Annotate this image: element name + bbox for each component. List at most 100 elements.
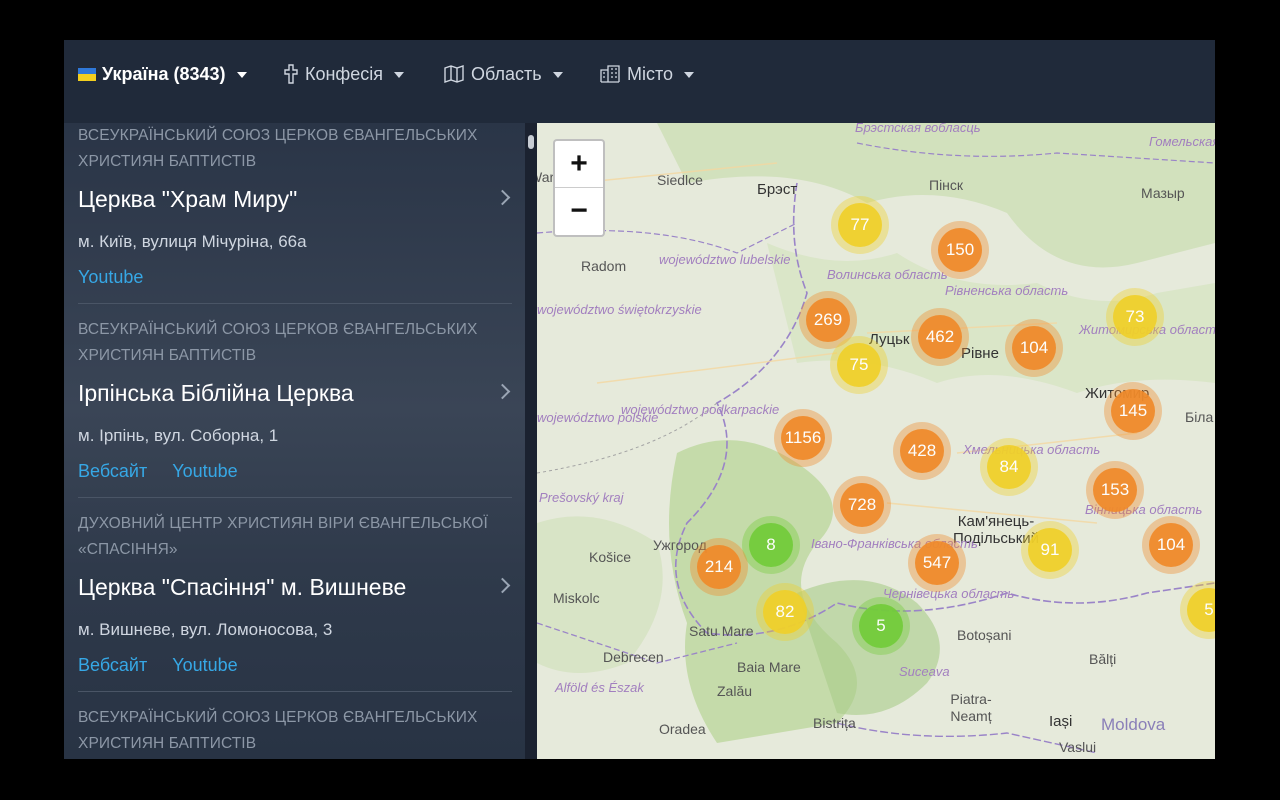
church-card[interactable]: ВСЕУКРАЇНСЬКИЙ СОЮЗ ЦЕРКОВ ЄВАНГЕЛЬСЬКИХ… bbox=[78, 123, 512, 289]
map-label: Baia Mare bbox=[737, 659, 801, 675]
map-label: Івано-Франківська область bbox=[811, 536, 978, 551]
map-label: Пінск bbox=[929, 177, 964, 193]
cluster-marker[interactable]: 91 bbox=[1021, 521, 1079, 579]
youtube-link[interactable]: Youtube bbox=[172, 655, 237, 675]
map-label: Oradea bbox=[659, 721, 706, 737]
church-links: Youtube bbox=[78, 265, 512, 289]
cluster-count: 1156 bbox=[781, 416, 825, 460]
map-label: Prešovský kraj bbox=[539, 490, 624, 505]
church-links: Вебсайт Youtube bbox=[78, 653, 512, 677]
map-label: Брэст bbox=[757, 181, 798, 198]
chevron-down-icon bbox=[236, 72, 247, 78]
cluster-marker[interactable]: 75 bbox=[830, 336, 888, 394]
cluster-count: 73 bbox=[1113, 295, 1157, 339]
cluster-marker[interactable]: 428 bbox=[893, 422, 951, 480]
map-label: Гомельская вобласць bbox=[1149, 134, 1215, 149]
scrollbar-thumb[interactable] bbox=[528, 135, 534, 149]
map-label: Alföld és Észak bbox=[555, 680, 644, 695]
cluster-marker[interactable]: 77 bbox=[831, 196, 889, 254]
map-label: województwo lubelskie bbox=[659, 252, 791, 267]
map-label: Рівненська область bbox=[945, 283, 1069, 298]
cluster-count: 547 bbox=[915, 541, 959, 585]
map-label: województwo świętokrzyskie bbox=[537, 302, 702, 317]
divider bbox=[78, 303, 512, 304]
country-filter-label: Україна (8343) bbox=[102, 63, 226, 84]
map-label: Satu Mare bbox=[689, 623, 754, 639]
church-list: ВСЕУКРАЇНСЬКИЙ СОЮЗ ЦЕРКОВ ЄВАНГЕЛЬСЬКИХ… bbox=[64, 123, 525, 759]
list-scrollbar[interactable] bbox=[525, 123, 537, 759]
map-label: Zalău bbox=[717, 683, 753, 699]
cluster-count: 428 bbox=[900, 429, 944, 473]
church-card[interactable]: ДУХОВНИЙ ЦЕНТР ХРИСТИЯН ВІРИ ЄВАНГЕЛЬСЬК… bbox=[78, 511, 512, 677]
cluster-marker[interactable]: 1156 bbox=[774, 409, 832, 467]
zoom-out-button[interactable]: − bbox=[555, 188, 603, 234]
cluster-count: 145 bbox=[1111, 389, 1155, 433]
zoom-control: + − bbox=[553, 139, 605, 237]
chevron-right-icon[interactable] bbox=[494, 577, 511, 594]
cluster-count: 214 bbox=[697, 545, 741, 589]
church-name[interactable]: Ірпінська Біблійна Церква bbox=[78, 377, 512, 409]
church-name-text: Церква "Храм Миру" bbox=[78, 186, 298, 212]
city-filter-dropdown[interactable]: Місто bbox=[600, 62, 695, 86]
church-organization: ВСЕУКРАЇНСЬКИЙ СОЮЗ ЦЕРКОВ ЄВАНГЕЛЬСЬКИХ… bbox=[78, 709, 478, 752]
cluster-marker[interactable]: 547 bbox=[908, 534, 966, 592]
youtube-link[interactable]: Youtube bbox=[78, 267, 143, 287]
cluster-count: 82 bbox=[763, 590, 807, 634]
map-label: Moldova bbox=[1101, 715, 1166, 734]
chevron-down-icon bbox=[684, 72, 695, 78]
map-label: Košice bbox=[589, 549, 632, 565]
cluster-marker[interactable]: 104 bbox=[1005, 319, 1063, 377]
cluster-marker[interactable]: 104 bbox=[1142, 516, 1200, 574]
website-link[interactable]: Вебсайт bbox=[78, 461, 147, 481]
app-window: Україна (8343) Конфесія Область Місто ВС… bbox=[64, 40, 1215, 759]
youtube-link[interactable]: Youtube bbox=[172, 461, 237, 481]
cluster-marker[interactable]: 728 bbox=[833, 476, 891, 534]
church-name[interactable]: Церква "Храм Миру" bbox=[78, 183, 512, 215]
website-link[interactable]: Вебсайт bbox=[78, 655, 147, 675]
map-label: Мазыр bbox=[1141, 185, 1185, 201]
map-label: Біла bbox=[1185, 409, 1214, 425]
cluster-marker[interactable]: 84 bbox=[980, 438, 1038, 496]
chevron-right-icon[interactable] bbox=[494, 189, 511, 206]
map-label: Vaslui bbox=[1059, 739, 1097, 755]
map-label: Radom bbox=[581, 258, 627, 274]
cluster-marker[interactable]: 145 bbox=[1104, 382, 1162, 440]
chevron-right-icon[interactable] bbox=[494, 383, 511, 400]
map-view[interactable]: Брэстская вобласць Гомельская вобласць W… bbox=[537, 123, 1215, 759]
map-label: Bistrița bbox=[813, 715, 856, 731]
cluster-count: 8 bbox=[749, 523, 793, 567]
church-card[interactable]: ВСЕУКРАЇНСЬКИЙ СОЮЗ ЦЕРКОВ ЄВАНГЕЛЬСЬКИХ… bbox=[78, 317, 512, 483]
church-name[interactable]: Церква "Спасіння" м. Вишневе bbox=[78, 571, 512, 603]
cluster-marker[interactable]: 8 bbox=[742, 516, 800, 574]
map-label: Suceava bbox=[899, 664, 950, 679]
cluster-marker[interactable]: 153 bbox=[1086, 461, 1144, 519]
confession-filter-dropdown[interactable]: Конфесія bbox=[284, 62, 405, 86]
zoom-in-button[interactable]: + bbox=[555, 141, 603, 187]
cluster-count: 104 bbox=[1149, 523, 1193, 567]
cluster-count: 75 bbox=[837, 343, 881, 387]
church-address: м. Вишневе, вул. Ломоносова, 3 bbox=[78, 620, 333, 639]
map-label: Botoșani bbox=[957, 627, 1012, 643]
chevron-down-icon bbox=[552, 72, 563, 78]
cluster-marker[interactable]: 150 bbox=[931, 221, 989, 279]
oblast-filter-dropdown[interactable]: Область bbox=[444, 62, 563, 86]
chevron-down-icon bbox=[394, 72, 405, 78]
cluster-count: 84 bbox=[987, 445, 1031, 489]
cluster-count: 5 bbox=[859, 604, 903, 648]
cluster-marker[interactable]: 82 bbox=[756, 583, 814, 641]
church-card[interactable]: ВСЕУКРАЇНСЬКИЙ СОЮЗ ЦЕРКОВ ЄВАНГЕЛЬСЬКИХ… bbox=[78, 705, 512, 757]
country-filter-dropdown[interactable]: Україна (8343) bbox=[78, 62, 247, 86]
cluster-count: 91 bbox=[1028, 528, 1072, 572]
cluster-marker[interactable]: 462 bbox=[911, 308, 969, 366]
buildings-icon bbox=[600, 65, 620, 83]
divider bbox=[78, 691, 512, 692]
cluster-count: 728 bbox=[840, 483, 884, 527]
map-label: Iași bbox=[1049, 713, 1073, 730]
cluster-marker[interactable]: 73 bbox=[1106, 288, 1164, 346]
cluster-marker[interactable]: 5 bbox=[852, 597, 910, 655]
church-organization: ВСЕУКРАЇНСЬКИЙ СОЮЗ ЦЕРКОВ ЄВАНГЕЛЬСЬКИХ… bbox=[78, 127, 478, 170]
cluster-count: 77 bbox=[838, 203, 882, 247]
map-label: Siedlce bbox=[657, 172, 703, 188]
cluster-marker[interactable]: 214 bbox=[690, 538, 748, 596]
map-icon bbox=[444, 65, 464, 83]
